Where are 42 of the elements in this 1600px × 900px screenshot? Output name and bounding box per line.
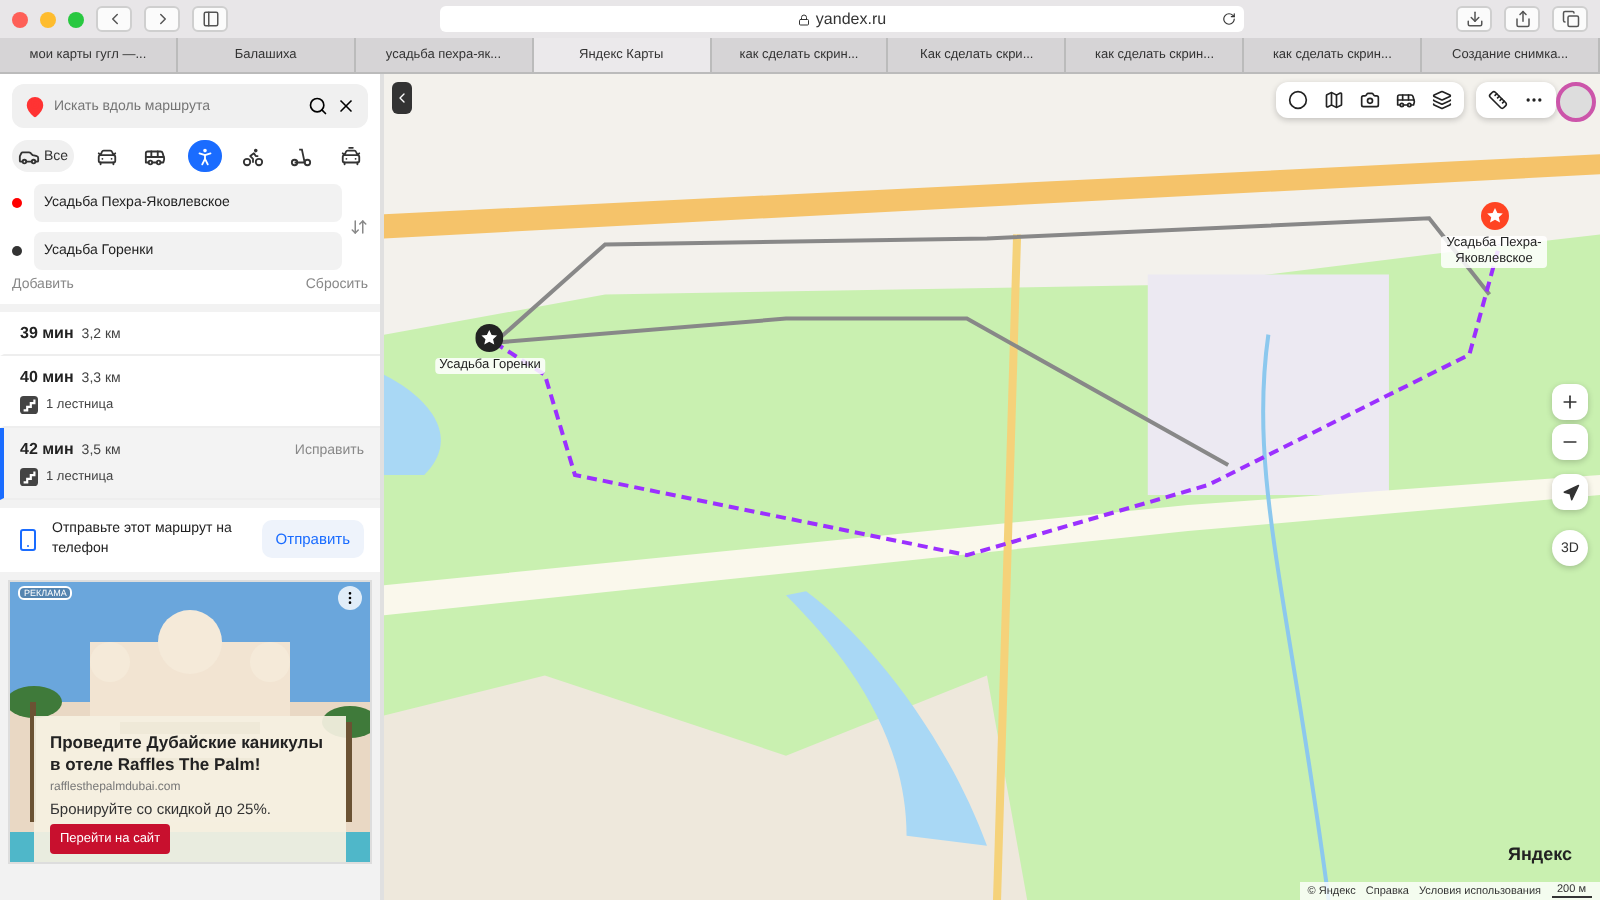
address-bar[interactable]: yandex.ru (440, 6, 1244, 32)
sidebar-icon (201, 10, 219, 28)
scooter-icon (290, 145, 313, 167)
pin-icon (24, 95, 46, 117)
route-time: 42 мин (20, 440, 74, 458)
plus-icon (1560, 392, 1580, 412)
download-icon (1465, 10, 1483, 28)
camera-icon[interactable] (1360, 90, 1380, 110)
phone-icon (16, 527, 40, 552)
ad-title: Проведите Дубайские каникулы в отеле Raffles The Palm! (50, 731, 325, 776)
back-button[interactable] (96, 6, 132, 32)
swap-icon[interactable] (350, 218, 368, 236)
stairs-icon (20, 396, 38, 414)
forward-button[interactable] (144, 6, 180, 32)
stairs-icon (20, 468, 38, 486)
zoom-in-button[interactable] (1552, 384, 1588, 420)
share-icon (1513, 10, 1531, 28)
taxi-icon (339, 145, 362, 167)
bus-icon (144, 145, 167, 167)
layers-icon[interactable] (1432, 90, 1452, 110)
star-marker-icon[interactable] (1480, 202, 1508, 230)
bicycle-icon (242, 145, 264, 167)
sidebar-button[interactable] (192, 6, 228, 32)
navigation-arrow-icon (1561, 483, 1579, 501)
download-button[interactable] (1456, 6, 1492, 32)
location-button[interactable] (1552, 474, 1588, 510)
car-icon (95, 145, 118, 167)
route-time: 40 мин (20, 368, 74, 386)
collapse-panel-button[interactable] (392, 82, 412, 114)
close-icon[interactable] (336, 96, 356, 116)
ruler-icon[interactable] (1488, 90, 1508, 110)
share-button[interactable] (1504, 6, 1540, 32)
route-time: 39 мин (20, 324, 74, 342)
chevron-left-icon (394, 90, 410, 106)
map-icon[interactable] (1324, 90, 1344, 110)
tabs-icon (1561, 10, 1579, 28)
search-icon[interactable] (308, 96, 328, 116)
yandex-logo: Яндекс (1507, 844, 1572, 864)
circle-icon[interactable] (1288, 90, 1308, 110)
tabs-button[interactable] (1552, 6, 1588, 32)
bus-icon[interactable] (1396, 90, 1416, 110)
star-marker-icon[interactable] (476, 324, 504, 352)
